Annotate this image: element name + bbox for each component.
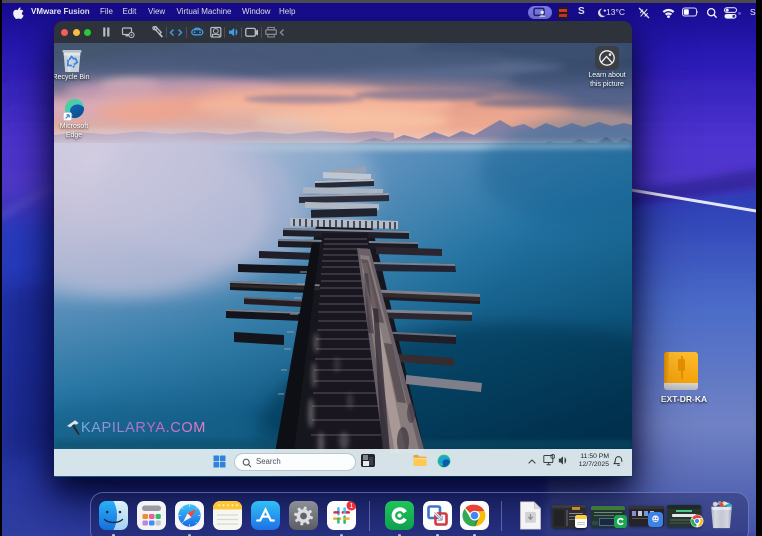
svg-text:KAPILARYA.COM: KAPILARYA.COM (81, 420, 206, 436)
svg-text:1: 1 (350, 503, 354, 510)
